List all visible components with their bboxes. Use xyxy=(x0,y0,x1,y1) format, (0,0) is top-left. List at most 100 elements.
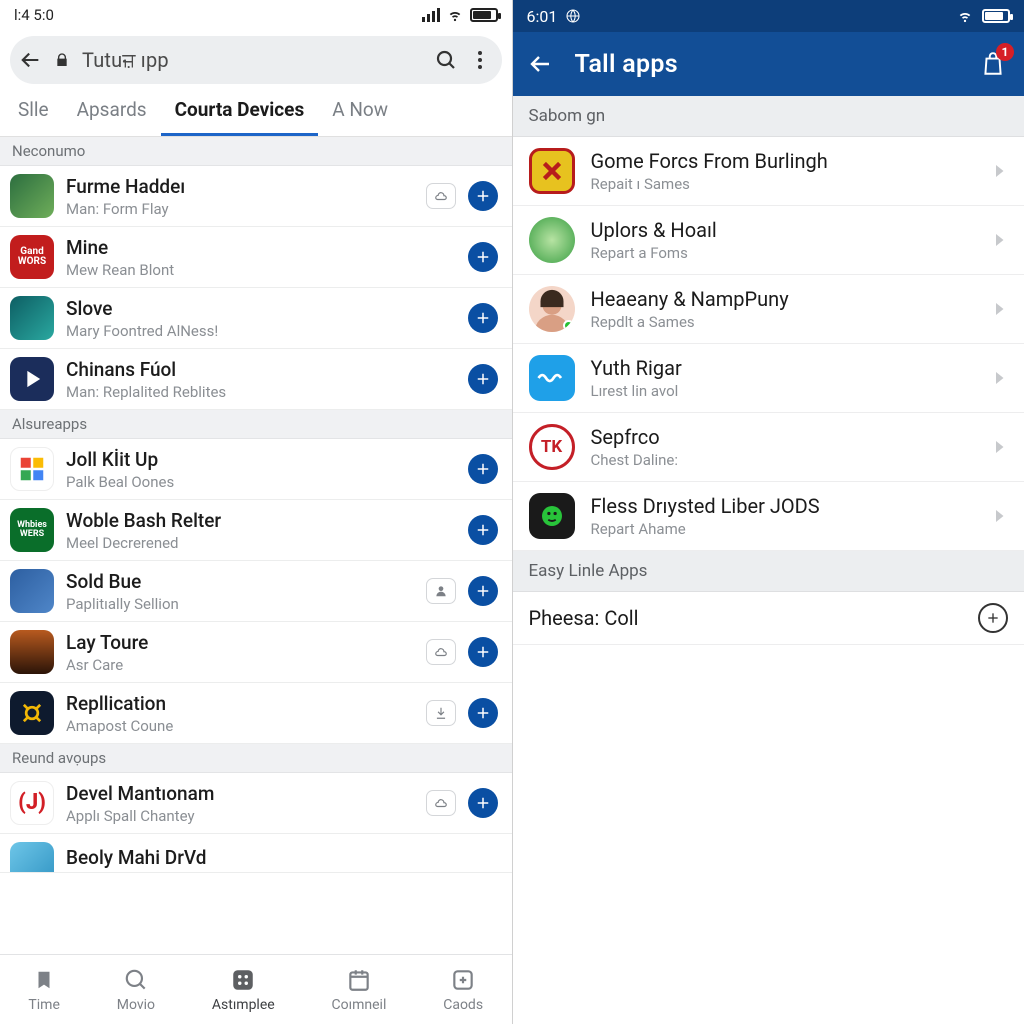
status-icons-left xyxy=(422,8,498,22)
nav-coimneil[interactable]: Coımneil xyxy=(332,966,387,1013)
app-row[interactable]: Yuth RigarLırest lin avol xyxy=(513,344,1024,413)
app-row[interactable]: Pheesa: Coll xyxy=(513,592,1024,645)
app-row[interactable]: GandWORS MineMew Rean Blont xyxy=(0,227,512,288)
page-title: Tall apps xyxy=(575,50,959,79)
wifi-icon xyxy=(956,9,974,23)
app-icon xyxy=(10,174,54,218)
app-subtitle: Repdlt a Sames xyxy=(591,313,975,331)
kebab-menu-icon[interactable] xyxy=(468,48,492,72)
app-row[interactable]: Fless Drıysted Liber JODSRepart Ahame xyxy=(513,482,1024,551)
wifi-icon xyxy=(446,8,464,22)
app-icon: (J) xyxy=(10,781,54,825)
app-subtitle: Man: Form Flay xyxy=(66,200,414,218)
app-icon: WhbiesWERS xyxy=(10,508,54,552)
search-icon[interactable] xyxy=(434,48,458,72)
app-row[interactable]: Sold Bue Paplitıally Sellion xyxy=(0,561,512,622)
chevron-right-icon xyxy=(990,505,1008,527)
battery-icon xyxy=(982,9,1010,23)
app-icon xyxy=(10,691,54,735)
app-row[interactable]: Uplors & HoaılRepart a Foms xyxy=(513,206,1024,275)
status-time: 6:01 xyxy=(527,7,558,26)
cloud-install-button[interactable] xyxy=(426,183,456,209)
add-button[interactable] xyxy=(468,637,498,667)
app-row[interactable]: Joll Kİit Up Palk Beal Oones xyxy=(0,439,512,500)
app-subtitle: Paplitıally Sellion xyxy=(66,595,414,613)
app-subtitle: Man: Replalited Reblites xyxy=(66,383,456,401)
app-icon xyxy=(10,569,54,613)
app-row[interactable]: Chinans FúolMan: Replalited Reblites xyxy=(0,349,512,410)
app-icon xyxy=(10,630,54,674)
cloud-install-button[interactable] xyxy=(426,639,456,665)
tab-3[interactable]: A Now xyxy=(318,88,402,136)
add-button[interactable] xyxy=(468,576,498,606)
shopping-bag-button[interactable]: 1 xyxy=(980,49,1008,79)
section-header: Alsureapps xyxy=(0,410,512,439)
add-circle-button[interactable] xyxy=(978,603,1008,633)
app-subtitle: Meel Decrerened xyxy=(66,534,456,552)
app-row[interactable]: RepllicationAmapost Coune xyxy=(0,683,512,744)
section-header: Easy Linle Apps xyxy=(513,551,1024,592)
back-icon[interactable] xyxy=(529,52,553,76)
nav-time[interactable]: Time xyxy=(28,966,59,1013)
url-text: Tutuਜ਼ ıpp xyxy=(82,48,169,72)
nav-label: Caods xyxy=(443,997,483,1013)
online-dot xyxy=(563,320,574,331)
app-icon: TK xyxy=(529,424,575,470)
address-bar[interactable]: Tutuਜ਼ ıpp xyxy=(10,36,502,84)
bookmark-icon xyxy=(30,966,58,994)
add-button[interactable] xyxy=(468,788,498,818)
app-row[interactable]: SloveMary Foontred AlNess! xyxy=(0,288,512,349)
app-row[interactable]: Furme HaddeıMan: Form Flay xyxy=(0,166,512,227)
chevron-right-icon xyxy=(990,436,1008,458)
tab-2[interactable]: Courta Devices xyxy=(161,88,319,136)
section-header: Neconumo xyxy=(0,137,512,166)
app-icon xyxy=(10,447,54,491)
nav-label: Time xyxy=(28,997,59,1013)
cloud-install-button[interactable] xyxy=(426,790,456,816)
add-button[interactable] xyxy=(468,181,498,211)
add-button[interactable] xyxy=(468,454,498,484)
app-icon xyxy=(529,355,575,401)
section-header: Sabom gn xyxy=(513,96,1024,137)
app-row[interactable]: TK SepfrcoChest Daline: xyxy=(513,413,1024,482)
app-row[interactable]: Heaeany & NampPuny Repdlt a Sames xyxy=(513,275,1024,344)
nav-astimplee[interactable]: Astımplee xyxy=(212,966,275,1013)
app-row[interactable]: Gome Forcs From BurlinghRepait ı Sames xyxy=(513,137,1024,206)
app-row[interactable]: WhbiesWERS Woble Bash RelterMeel Decrere… xyxy=(0,500,512,561)
add-button[interactable] xyxy=(468,515,498,545)
app-title: Sold Bue xyxy=(66,570,414,593)
app-title: Heaeany & NampPuny xyxy=(591,287,975,311)
download-button[interactable] xyxy=(426,700,456,726)
app-icon: GandWORS xyxy=(10,235,54,279)
app-row[interactable]: Lay ToureAsr Care xyxy=(0,622,512,683)
app-subtitle: Palk Beal Oones xyxy=(66,473,456,491)
add-button[interactable] xyxy=(468,242,498,272)
back-icon[interactable] xyxy=(20,49,42,71)
bottom-nav: Time Movio Astımplee Coımneil Caods xyxy=(0,954,512,1024)
app-title: Yuth Rigar xyxy=(591,356,975,380)
lock-icon xyxy=(54,52,70,68)
status-bar-right: 6:01 xyxy=(513,0,1024,32)
app-list-right[interactable]: Sabom gn Gome Forcs From BurlinghRepait … xyxy=(513,96,1024,1024)
app-title: Joll Kİit Up xyxy=(66,448,456,471)
chevron-right-icon xyxy=(990,298,1008,320)
app-row[interactable]: Beoly Mahi DrVd xyxy=(0,834,512,873)
nav-caods[interactable]: Caods xyxy=(443,966,483,1013)
nav-label: Astımplee xyxy=(212,997,275,1013)
app-row[interactable]: (J) Devel MantıonamApplı Spall Chantey xyxy=(0,773,512,834)
nav-movio[interactable]: Movio xyxy=(117,966,155,1013)
avatar-icon xyxy=(529,286,575,332)
add-button[interactable] xyxy=(468,364,498,394)
search-icon xyxy=(122,966,150,994)
add-button[interactable] xyxy=(468,303,498,333)
tab-0[interactable]: Slle xyxy=(4,88,63,136)
app-subtitle: Mary Foontred AlNess! xyxy=(66,322,456,340)
add-button[interactable] xyxy=(468,698,498,728)
person-button[interactable] xyxy=(426,578,456,604)
tab-1[interactable]: Apsards xyxy=(63,88,161,136)
app-icon xyxy=(529,148,575,194)
app-list-left[interactable]: Neconumo Furme HaddeıMan: Form Flay Gand… xyxy=(0,137,512,954)
app-subtitle: Asr Care xyxy=(66,656,414,674)
app-icon xyxy=(529,217,575,263)
badge-count: 1 xyxy=(996,43,1014,61)
